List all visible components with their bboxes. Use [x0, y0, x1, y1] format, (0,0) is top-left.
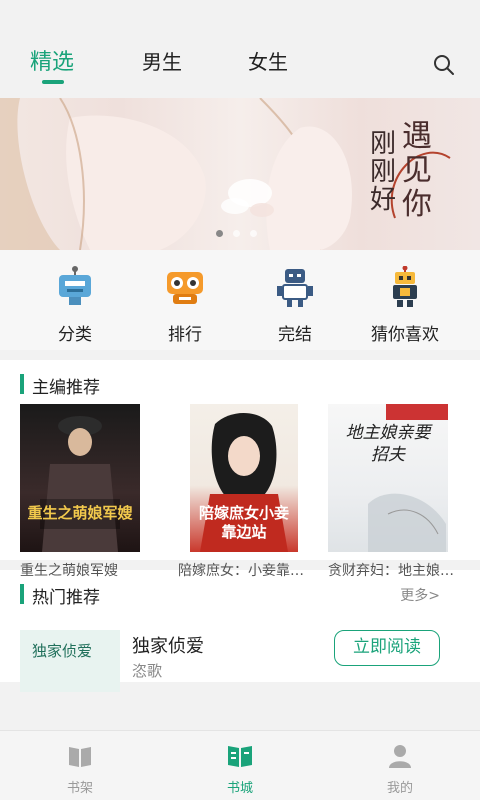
tab-female[interactable]: 女生 [248, 46, 288, 75]
more-link[interactable]: 更多> [400, 585, 440, 605]
search-icon[interactable] [433, 54, 455, 76]
book-card[interactable]: 重生之萌娘军嫂 重生之萌娘军嫂 [20, 404, 172, 579]
nav-label: 我的 [386, 781, 413, 796]
cover-title: 重生之萌娘军嫂 [27, 504, 133, 522]
quick-link-ranking[interactable]: 排行 [130, 266, 240, 350]
quick-links: 分类 排行 完结 猜你喜欢 [0, 250, 480, 350]
cover-title: 陪嫁庶女小妾靠边站 [198, 504, 289, 541]
book-card[interactable]: 地主娘亲要招夫 贪财弃妇：地主娘… [328, 404, 480, 579]
carousel-dots [216, 230, 257, 237]
section-title: 主编推荐 [32, 378, 100, 398]
nav-label: 书城 [226, 781, 253, 796]
quick-link-category[interactable]: 分类 [20, 266, 130, 350]
robot-blue-icon [59, 266, 91, 305]
quick-link-label: 完结 [278, 325, 312, 345]
status-bar [0, 0, 480, 32]
top-tabs: 精选 男生 女生 [0, 32, 480, 98]
section-title: 热门推荐 [32, 588, 100, 608]
book-cover[interactable]: 重生之萌娘军嫂 [20, 404, 140, 552]
hot-picks-section: 热门推荐 更多> 独家侦爱 独家侦爱 恣歌 立即阅读 [0, 570, 480, 692]
quick-link-label: 分类 [58, 325, 92, 345]
robot-orange-icon [167, 272, 203, 304]
nav-profile[interactable]: 我的 [320, 731, 480, 800]
quick-link-label: 猜你喜欢 [371, 325, 439, 345]
book-cover[interactable]: 地主娘亲要招夫 [328, 404, 448, 552]
book-title[interactable]: 独家侦爱 [132, 632, 204, 658]
banner-title-line1: 刚刚好 [370, 129, 397, 215]
cover-title: 地主娘亲要招夫 [345, 423, 431, 465]
section-accent-bar [20, 374, 24, 394]
tab-active-indicator [42, 80, 64, 84]
banner-carousel[interactable]: 刚刚好 遇见你 [0, 98, 480, 250]
section-header: 主编推荐 [0, 360, 480, 404]
book-card[interactable]: 陪嫁庶女小妾靠边站 陪嫁庶女：小妾靠… [178, 404, 330, 579]
carousel-dot[interactable] [233, 230, 240, 237]
carousel-dot[interactable] [216, 230, 223, 237]
cover-title: 独家侦爱 [32, 642, 93, 660]
bookshelf-icon [69, 747, 91, 767]
nav-label: 书架 [66, 781, 93, 796]
carousel-dot[interactable] [250, 230, 257, 237]
quick-link-completed[interactable]: 完结 [240, 266, 350, 350]
quick-link-label: 排行 [168, 325, 202, 345]
bookstore-icon [228, 746, 252, 767]
banner-title-line2: 遇见你 [402, 119, 432, 222]
list-item[interactable]: 独家侦爱 独家侦爱 恣歌 立即阅读 [0, 620, 480, 692]
robot-navy-icon [277, 269, 313, 307]
book-cover[interactable]: 陪嫁庶女小妾靠边站 [190, 404, 298, 552]
section-header: 热门推荐 更多> [0, 570, 480, 620]
nav-bookstore[interactable]: 书城 [160, 731, 320, 800]
tab-male[interactable]: 男生 [142, 46, 182, 75]
read-now-button[interactable]: 立即阅读 [334, 630, 440, 666]
bottom-nav: 书架 书城 我的 [0, 730, 480, 800]
profile-icon [389, 745, 411, 768]
section-accent-bar [20, 584, 24, 604]
cover-illustration [40, 416, 120, 552]
robot-yellow-icon [393, 265, 417, 307]
tab-featured[interactable]: 精选 [30, 44, 74, 76]
quick-link-guess[interactable]: 猜你喜欢 [350, 265, 460, 350]
book-author: 恣歌 [132, 662, 163, 680]
editor-picks-section: 主编推荐 重生之萌娘军嫂 重生之萌娘军嫂 陪嫁庶女小妾靠边站 陪嫁庶女：小妾靠…… [0, 360, 480, 579]
book-cover[interactable]: 独家侦爱 [20, 630, 120, 692]
book-list: 重生之萌娘军嫂 重生之萌娘军嫂 陪嫁庶女小妾靠边站 陪嫁庶女：小妾靠… 地主娘亲… [0, 404, 480, 579]
nav-bookshelf[interactable]: 书架 [0, 731, 160, 800]
